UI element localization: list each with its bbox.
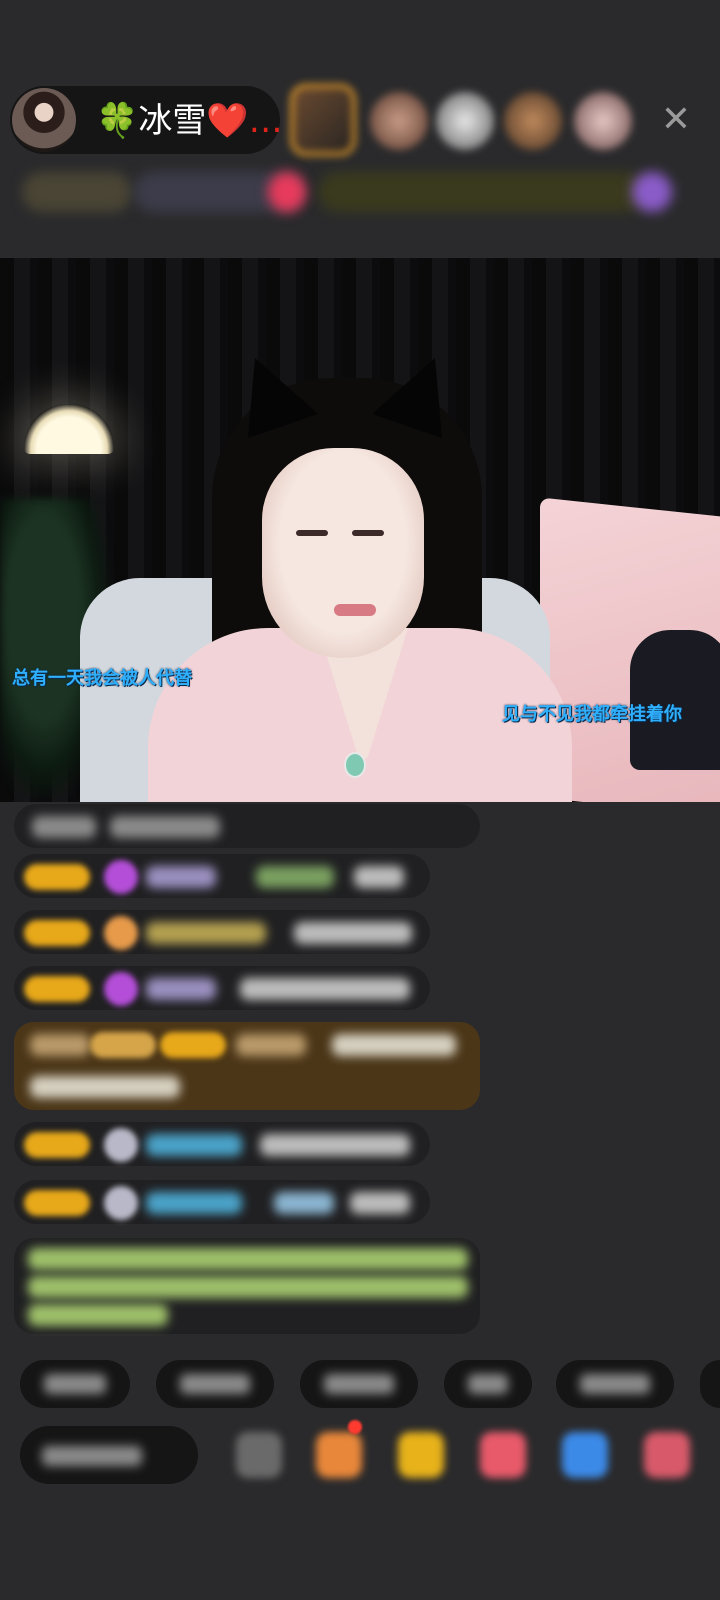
message-text bbox=[110, 816, 220, 838]
eye-left bbox=[296, 530, 328, 536]
username bbox=[146, 922, 266, 944]
gem-icon bbox=[104, 860, 138, 894]
pendant bbox=[344, 752, 366, 778]
chip-text bbox=[180, 1374, 250, 1394]
username bbox=[236, 1034, 306, 1056]
chip-text bbox=[324, 1374, 394, 1394]
level-badge bbox=[24, 1190, 90, 1216]
message-text bbox=[354, 866, 404, 888]
message-text bbox=[32, 816, 96, 838]
gift-chip[interactable] bbox=[632, 172, 672, 212]
chip-text bbox=[468, 1374, 508, 1394]
red-packet-icon[interactable] bbox=[398, 1432, 444, 1478]
stream-info-row bbox=[22, 168, 692, 218]
viewer-avatar[interactable] bbox=[436, 92, 494, 150]
quick-reply-chip[interactable] bbox=[556, 1360, 674, 1408]
message-text bbox=[240, 978, 410, 1000]
quick-reply-chip[interactable] bbox=[444, 1360, 532, 1408]
subtitle-right: 见与不见我都牵挂着你 bbox=[502, 704, 682, 725]
heart-icon[interactable] bbox=[480, 1432, 526, 1478]
system-notice bbox=[14, 1238, 480, 1334]
username bbox=[146, 1134, 242, 1156]
notice-text bbox=[28, 1248, 468, 1270]
gift-box-icon[interactable] bbox=[316, 1432, 362, 1478]
username bbox=[146, 1192, 242, 1214]
input-placeholder bbox=[42, 1446, 142, 1466]
level-badge bbox=[160, 1032, 226, 1058]
username bbox=[146, 866, 216, 888]
close-icon[interactable]: ✕ bbox=[656, 100, 696, 140]
level-badge bbox=[24, 920, 90, 946]
message-text bbox=[30, 1076, 180, 1098]
heart-emoji-ellipsis: ❤️… bbox=[206, 101, 283, 141]
game-icon[interactable] bbox=[562, 1432, 608, 1478]
host-avatar[interactable] bbox=[12, 88, 76, 152]
level-badge bbox=[24, 864, 90, 890]
message-text bbox=[350, 1192, 410, 1214]
emoji-icon[interactable] bbox=[236, 1432, 282, 1478]
quick-reply-chip[interactable] bbox=[700, 1360, 720, 1408]
shop-icon[interactable] bbox=[644, 1432, 690, 1478]
noble-badge bbox=[90, 1032, 156, 1058]
host-name[interactable]: 🍀冰雪❤️… bbox=[96, 100, 283, 142]
clover-emoji: 🍀 bbox=[96, 101, 139, 141]
user-icon bbox=[104, 1186, 138, 1220]
quick-reply-chip[interactable] bbox=[20, 1360, 130, 1408]
username bbox=[274, 1192, 334, 1214]
fan-icon bbox=[104, 916, 138, 950]
username bbox=[30, 1034, 90, 1056]
live-chip[interactable] bbox=[268, 172, 306, 212]
viewer-avatar[interactable] bbox=[574, 92, 632, 150]
eye-right bbox=[352, 530, 384, 536]
username bbox=[256, 866, 334, 888]
level-badge bbox=[24, 1132, 90, 1158]
lips bbox=[334, 604, 376, 616]
message-text bbox=[294, 922, 412, 944]
chat-message bbox=[14, 1180, 430, 1224]
host-name-text: 冰雪 bbox=[138, 101, 207, 141]
username bbox=[146, 978, 216, 1000]
chat-message bbox=[14, 966, 430, 1010]
chat-message-highlight bbox=[14, 1022, 480, 1110]
user-icon bbox=[104, 1128, 138, 1162]
notice-text bbox=[28, 1304, 168, 1326]
chat-message bbox=[14, 910, 430, 954]
level-badge bbox=[24, 976, 90, 1002]
viewer-avatar[interactable] bbox=[504, 92, 562, 150]
lamp bbox=[24, 404, 114, 454]
viewer-avatar[interactable] bbox=[370, 92, 428, 150]
tag-chip[interactable] bbox=[318, 172, 648, 212]
chat-message bbox=[14, 804, 480, 848]
top-viewer-list[interactable] bbox=[290, 84, 650, 158]
message-text bbox=[332, 1034, 456, 1056]
live-video[interactable]: 总有一天我会被人代替 见与不见我都牵挂着你 bbox=[0, 258, 720, 802]
chat-message bbox=[14, 1122, 430, 1166]
chat-list[interactable] bbox=[0, 800, 720, 1350]
chat-message bbox=[14, 854, 430, 898]
rank-chip[interactable] bbox=[22, 172, 132, 212]
chip-text bbox=[580, 1374, 650, 1394]
subtitle-left: 总有一天我会被人代替 bbox=[12, 668, 192, 689]
notice-text bbox=[28, 1276, 468, 1298]
chip-text bbox=[44, 1374, 106, 1394]
message-text bbox=[260, 1134, 410, 1156]
notification-dot bbox=[348, 1420, 362, 1434]
quick-reply-chip[interactable] bbox=[300, 1360, 418, 1408]
chat-input[interactable] bbox=[20, 1426, 198, 1484]
face bbox=[262, 448, 424, 658]
gem-icon bbox=[104, 972, 138, 1006]
quick-reply-chip[interactable] bbox=[156, 1360, 274, 1408]
viewer-avatar[interactable] bbox=[290, 84, 356, 156]
